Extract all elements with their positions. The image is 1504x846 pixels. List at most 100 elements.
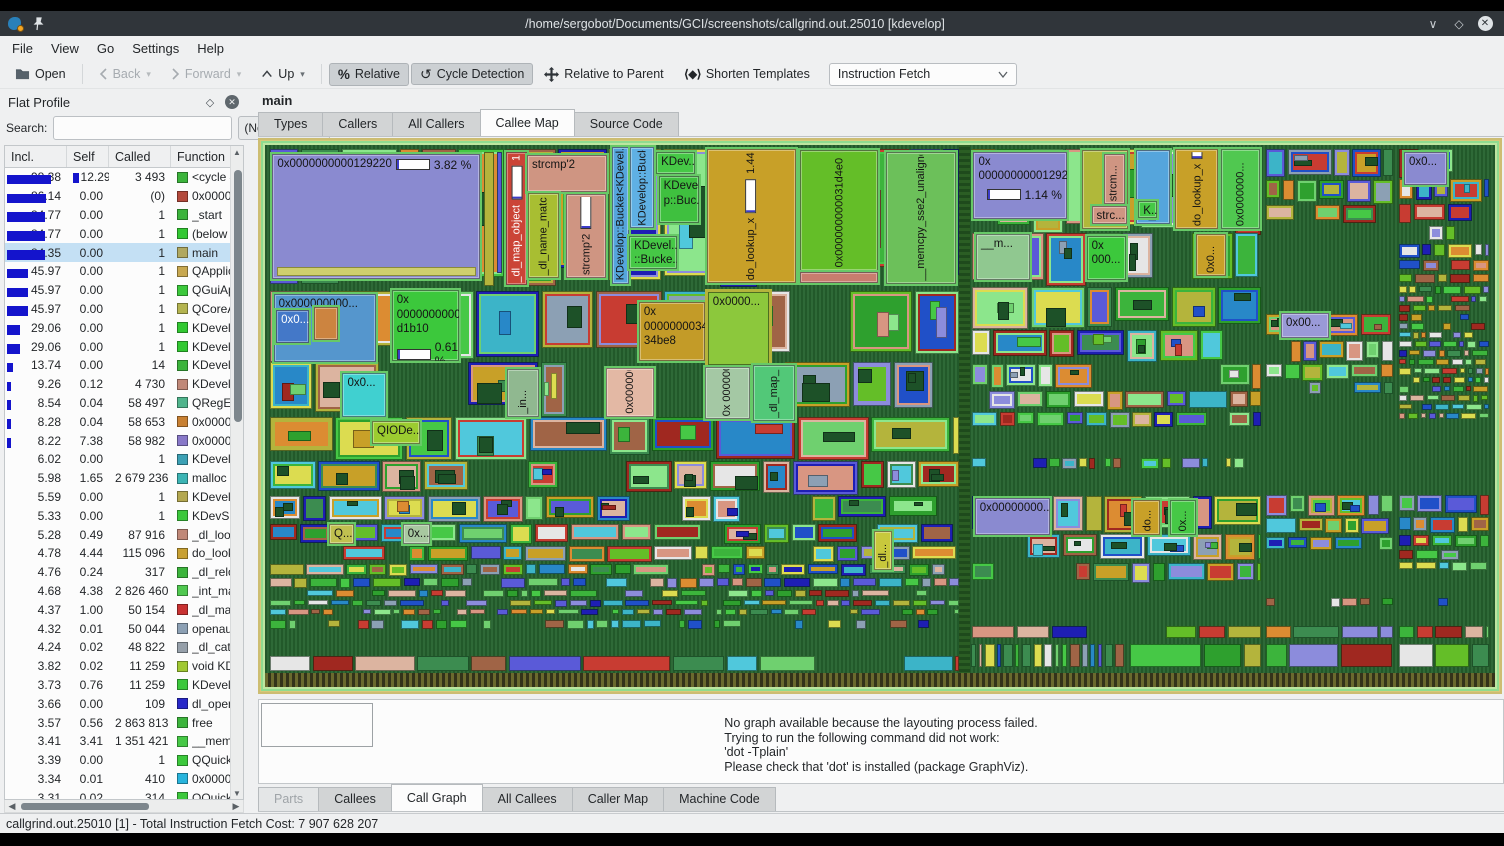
mosaic-block[interactable] [1352,149,1380,177]
treemap-block[interactable]: 0x 000000... [705,367,749,420]
mosaic-block[interactable] [827,600,839,606]
mosaic-block[interactable] [1424,368,1439,374]
mosaic-block[interactable] [727,656,758,671]
mosaic-block[interactable] [510,600,531,607]
mosaic-block[interactable] [1110,412,1130,428]
mosaic-block[interactable] [1466,404,1481,410]
mosaic-block[interactable] [1380,626,1393,638]
mosaic-block[interactable] [373,578,401,586]
table-row[interactable]: 84.350.001main [5,243,243,262]
mosaic-block[interactable] [288,609,308,615]
mosaic-block[interactable] [1266,205,1294,220]
treemap-block[interactable]: 0x0... [276,310,309,343]
mosaic-block[interactable] [812,496,836,521]
mosaic-block[interactable] [1441,395,1455,402]
mosaic-block[interactable] [680,578,697,588]
mosaic-block[interactable] [695,546,708,559]
mosaic-block[interactable] [1123,233,1153,277]
mosaic-block[interactable] [1250,391,1261,407]
mosaic-block[interactable] [457,609,467,615]
mosaic-block[interactable] [1079,458,1086,467]
menu-view[interactable]: View [43,39,87,58]
mosaic-block[interactable] [1429,226,1443,240]
mosaic-block[interactable] [1070,644,1080,667]
table-row[interactable]: 4.784.44115 096do_lookup [5,544,243,563]
mosaic-block[interactable] [1460,368,1466,373]
mosaic-block[interactable] [1342,598,1357,606]
mosaic-block[interactable] [343,546,385,560]
mosaic-block[interactable] [1399,550,1413,559]
table-row[interactable]: 8.540.0458 497QRegExp:: [5,394,243,413]
scroll-left-icon[interactable]: ◀ [5,801,19,812]
mosaic-block[interactable] [1237,563,1254,579]
mosaic-block[interactable] [1319,341,1343,358]
treemap-block[interactable]: __memcpy_sse2_unaligned1.39 % [886,152,956,284]
treemap-block[interactable]: 0x... [403,524,430,544]
mosaic-block[interactable] [483,590,504,597]
forward-button[interactable]: Forward▾ [162,63,250,85]
mosaic-block[interactable] [1452,404,1464,410]
mosaic-block[interactable] [590,600,601,607]
mosaic-block[interactable] [363,609,371,615]
mosaic-block[interactable] [1471,323,1485,330]
tab-callers[interactable]: Callers [322,112,393,136]
mosaic-block[interactable] [1486,626,1489,638]
mosaic-block[interactable] [1017,626,1049,638]
mosaic-block[interactable] [1115,287,1169,321]
mosaic-block[interactable] [1422,404,1433,410]
mosaic-block[interactable] [893,600,911,607]
mosaic-block[interactable] [1426,296,1432,303]
mosaic-block[interactable] [1341,644,1392,667]
mosaic-block[interactable] [1293,626,1339,638]
mosaic-block[interactable] [972,364,988,385]
mosaic-block[interactable] [483,496,522,522]
mosaic-block[interactable] [382,461,421,492]
mosaic-block[interactable] [546,609,556,614]
mosaic-block[interactable] [1399,323,1408,329]
treemap-block[interactable]: Q... [329,524,354,544]
mosaic-block[interactable] [784,578,811,587]
mosaic-block[interactable] [793,461,858,495]
mosaic-block[interactable] [1483,286,1488,293]
treemap-block[interactable]: 0x... [1170,500,1196,535]
treemap-block[interactable] [314,307,337,340]
treemap-block[interactable]: strcm... [1104,154,1125,204]
mosaic-block[interactable] [1446,226,1455,240]
mosaic-block[interactable] [1228,626,1262,638]
mosaic-block[interactable] [972,330,990,356]
table-row[interactable]: 8.280.0458 6530x0000000 [5,412,243,431]
tab-machine-code[interactable]: Machine Code [663,787,776,811]
mosaic-block[interactable] [1399,350,1407,357]
table-row[interactable]: 4.240.0248 822_dl_catch_ [5,638,243,657]
mosaic-block[interactable] [1052,626,1087,638]
mosaic-block[interactable] [838,496,886,517]
mosaic-block[interactable] [1421,332,1426,337]
shorten-templates-toggle[interactable]: ⟨◆⟩ Shorten Templates [675,63,819,85]
mosaic-block[interactable] [674,461,707,489]
mosaic-block[interactable] [1207,563,1234,581]
mosaic-block[interactable] [384,496,425,520]
tab-callee-map[interactable]: Callee Map [480,109,575,136]
mosaic-block[interactable] [509,656,580,671]
mosaic-block[interactable] [1107,391,1123,411]
mosaic-block[interactable] [751,590,762,597]
mosaic-block[interactable] [637,609,650,615]
mosaic-block[interactable] [841,600,850,606]
mosaic-block[interactable] [1234,458,1244,468]
mosaic-block[interactable] [374,609,391,615]
mosaic-block[interactable] [1266,180,1280,198]
treemap-block[interactable]: 0x00000000002d1b100.61 % [392,290,460,361]
scroll-down-icon[interactable]: ▼ [233,787,241,799]
mosaic-block[interactable] [606,578,627,587]
mosaic-block[interactable] [1460,314,1469,319]
mosaic-block[interactable] [989,391,1015,409]
mosaic-block[interactable] [400,600,424,606]
mosaic-block[interactable] [1411,323,1424,330]
mosaic-block[interactable] [764,578,781,587]
mosaic-block[interactable] [902,609,913,615]
mosaic-block[interactable] [1162,458,1171,468]
mosaic-block[interactable] [764,524,789,543]
mosaic-block[interactable] [353,524,378,541]
mosaic-block[interactable] [441,578,459,586]
maximize-button[interactable]: ◇ [1448,15,1470,33]
